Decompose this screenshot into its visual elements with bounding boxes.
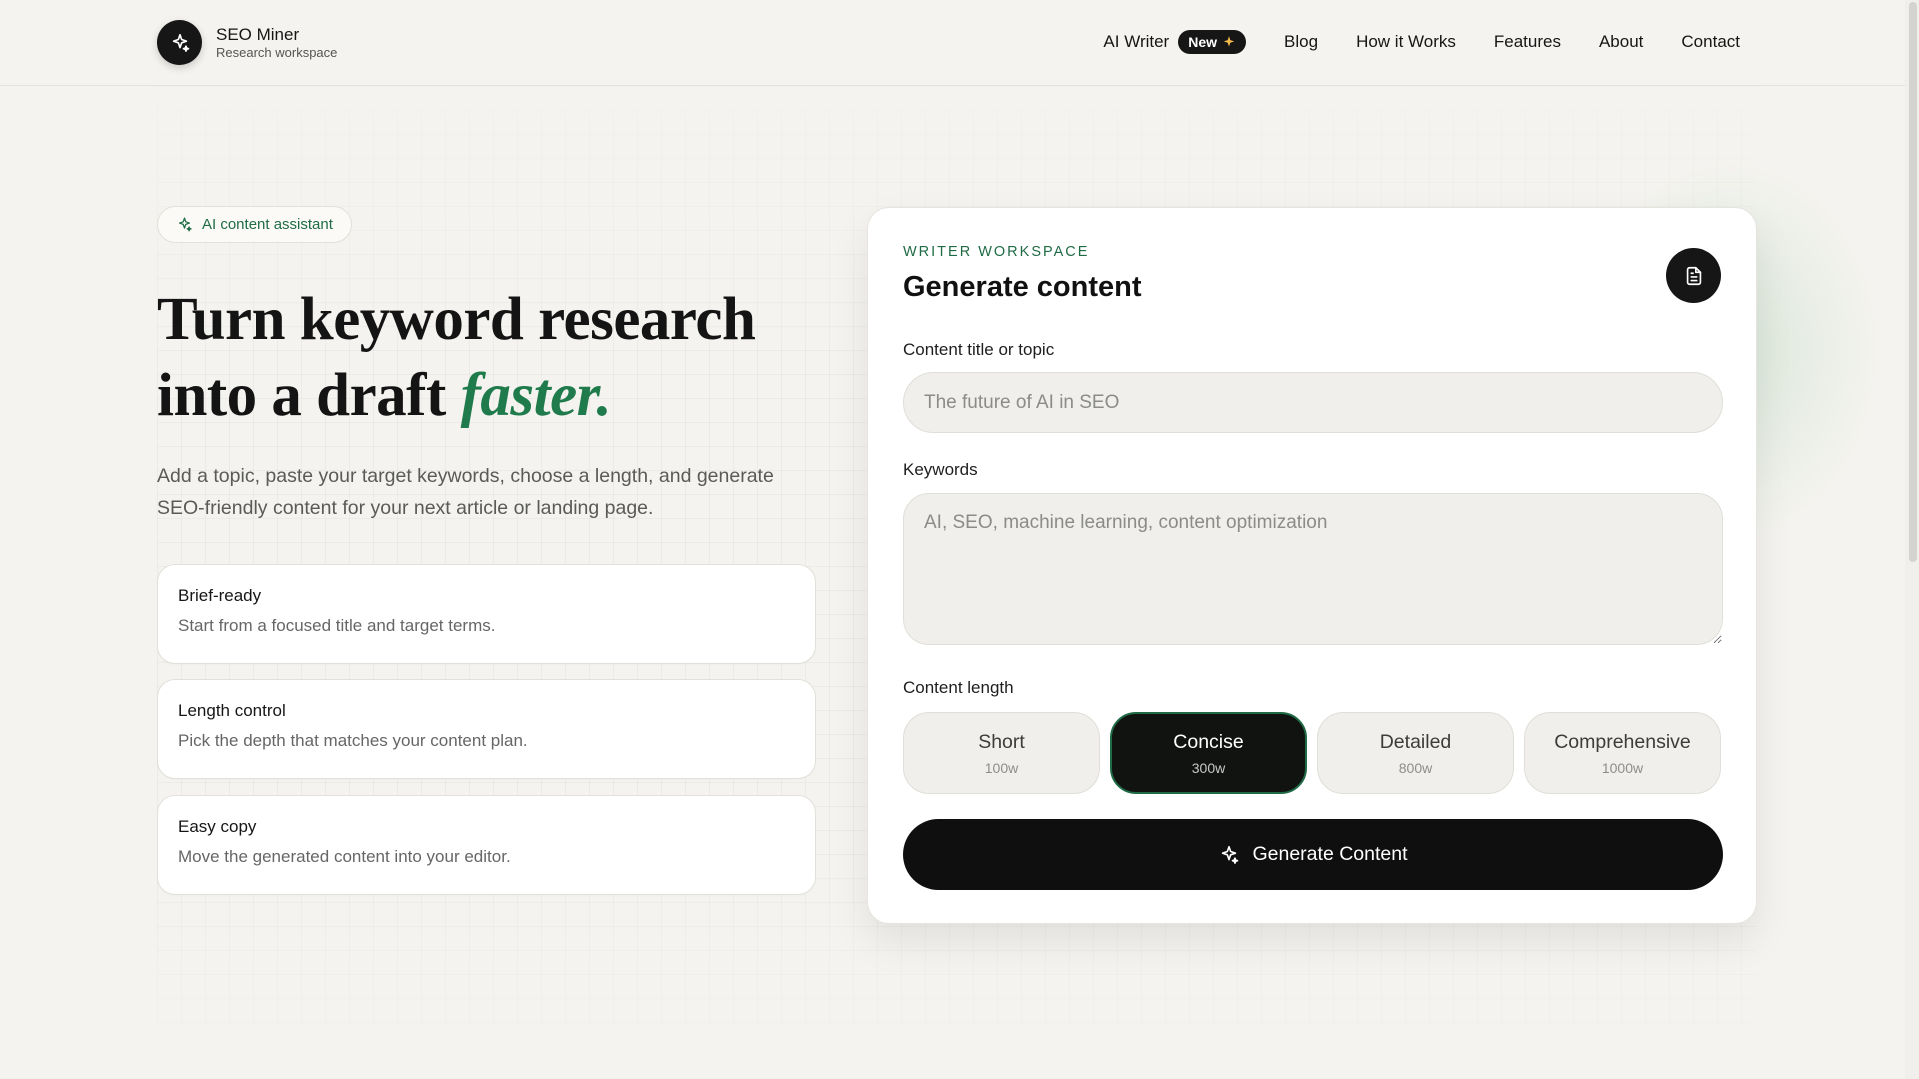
page-scrollbar[interactable] (1905, 0, 1919, 1079)
length-option-comprehensive[interactable]: Comprehensive 1000w (1524, 712, 1721, 794)
nav-ai-writer-label: AI Writer (1103, 32, 1170, 51)
nav-features[interactable]: Features (1494, 32, 1561, 52)
sparkle-icon (1223, 36, 1235, 47)
feature-card-easy-copy: Easy copy Move the generated content int… (157, 795, 816, 895)
sparkle-icon (178, 217, 192, 232)
nav-about[interactable]: About (1599, 32, 1643, 52)
length-option-name: Comprehensive (1554, 730, 1691, 753)
length-option-name: Concise (1173, 730, 1244, 753)
document-button[interactable] (1666, 248, 1721, 303)
length-option-name: Detailed (1379, 730, 1452, 753)
brand-subtitle: Research workspace (216, 44, 338, 60)
brand-name: SEO Miner (216, 24, 300, 44)
top-header: SEO Miner Research workspace AI Writer N… (0, 0, 1919, 86)
scrollbar-thumb[interactable] (1909, 2, 1917, 562)
nav-contact[interactable]: Contact (1681, 32, 1740, 52)
generate-content-label: Generate Content (1252, 843, 1408, 865)
length-option-words: 100w (984, 759, 1019, 776)
feature-card-brief-ready: Brief-ready Start from a focused title a… (157, 564, 816, 664)
feature-body: Start from a focused title and target te… (178, 616, 496, 635)
new-badge-label: New (1188, 34, 1218, 50)
ai-assistant-pill: AI content assistant (157, 206, 352, 243)
sparkle-logo-icon (157, 20, 202, 65)
keywords-field-label: Keywords (903, 460, 978, 479)
nav-ai-writer[interactable]: AI Writer New (1103, 30, 1247, 54)
brand[interactable]: SEO Miner Research workspace (157, 20, 337, 65)
content-length-label: Content length (903, 678, 1014, 697)
hero-title-line2: into a draft (157, 362, 446, 429)
new-badge: New (1178, 30, 1247, 54)
main-nav: AI Writer New Blog How it Works Features… (1103, 30, 1740, 54)
length-options: Short 100w Concise 300w Detailed 800w Co… (903, 712, 1721, 794)
generate-content-button[interactable]: Generate Content (903, 819, 1723, 890)
length-option-detailed[interactable]: Detailed 800w (1317, 712, 1514, 794)
feature-body: Pick the depth that matches your content… (178, 731, 528, 750)
nav-how-it-works[interactable]: How it Works (1356, 32, 1456, 52)
hero-title: Turn keyword research into a draft faste… (157, 282, 797, 434)
feature-title: Easy copy (178, 817, 257, 836)
workspace-title: Generate content (903, 271, 1142, 303)
sparkle-icon (1222, 845, 1239, 864)
feature-card-length-control: Length control Pick the depth that match… (157, 679, 816, 779)
feature-body: Move the generated content into your edi… (178, 847, 511, 866)
content-title-input[interactable] (903, 372, 1723, 433)
feature-title: Length control (178, 701, 286, 720)
length-option-concise[interactable]: Concise 300w (1110, 712, 1307, 794)
length-option-name: Short (978, 730, 1025, 753)
length-option-words: 1000w (1601, 759, 1644, 776)
hero-description: Add a topic, paste your target keywords,… (157, 465, 774, 519)
length-option-words: 300w (1191, 759, 1226, 776)
hero-title-line1: Turn keyword research (157, 286, 756, 353)
length-option-words: 800w (1398, 759, 1433, 776)
workspace-eyebrow: WRITER WORKSPACE (903, 244, 1090, 260)
writer-workspace-card: WRITER WORKSPACE Generate content Conten… (867, 207, 1757, 924)
title-field-label: Content title or topic (903, 340, 1055, 359)
feature-title: Brief-ready (178, 586, 262, 605)
length-option-short[interactable]: Short 100w (903, 712, 1100, 794)
pill-label: AI content assistant (202, 216, 333, 233)
document-icon (1686, 266, 1701, 285)
hero-title-accent: faster. (460, 362, 612, 429)
nav-blog[interactable]: Blog (1284, 32, 1318, 52)
keywords-textarea[interactable] (903, 493, 1723, 645)
